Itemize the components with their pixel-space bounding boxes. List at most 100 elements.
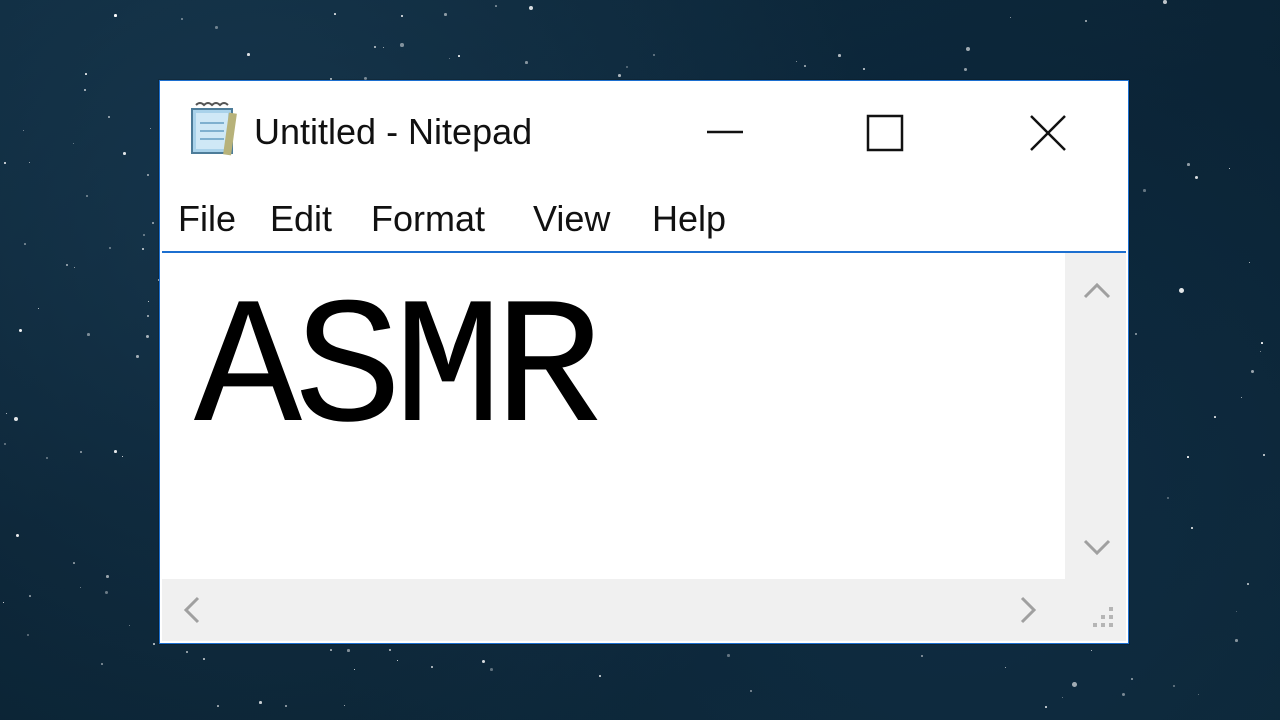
star-dot: [1072, 682, 1077, 687]
star-dot: [1229, 168, 1231, 170]
star-dot: [626, 66, 629, 69]
resize-grip-icon: [1093, 607, 1113, 627]
menu-file[interactable]: File: [178, 198, 236, 240]
star-dot: [6, 413, 8, 415]
scroll-right-icon[interactable]: [1020, 596, 1038, 624]
title-bar[interactable]: Untitled - Nitepad: [160, 81, 1128, 183]
star-dot: [1261, 342, 1263, 344]
notepad-window: Untitled - Nitepad File Edit Format View…: [159, 80, 1129, 644]
scroll-down-icon[interactable]: [1083, 539, 1111, 557]
menu-format[interactable]: Format: [371, 198, 485, 240]
window-title: Untitled - Nitepad: [254, 111, 533, 152]
star-dot: [525, 61, 528, 64]
star-dot: [217, 705, 219, 707]
star-dot: [334, 13, 336, 15]
star-dot: [29, 595, 31, 597]
star-dot: [66, 264, 69, 267]
star-dot: [796, 61, 797, 62]
star-dot: [1085, 20, 1088, 23]
scroll-up-icon[interactable]: [1083, 281, 1111, 299]
star-dot: [458, 55, 460, 57]
star-dot: [1198, 694, 1200, 696]
menu-view[interactable]: View: [533, 198, 610, 240]
star-dot: [29, 162, 31, 164]
star-dot: [389, 649, 392, 652]
star-dot: [449, 58, 451, 60]
star-dot: [181, 18, 184, 21]
star-dot: [4, 443, 6, 445]
star-dot: [84, 89, 86, 91]
star-dot: [495, 5, 497, 7]
star-dot: [401, 15, 404, 18]
star-dot: [147, 174, 150, 177]
minimize-button[interactable]: [680, 101, 770, 161]
star-dot: [1195, 176, 1199, 180]
star-dot: [529, 6, 534, 11]
star-dot: [136, 355, 139, 358]
star-dot: [147, 315, 149, 317]
star-dot: [921, 655, 924, 658]
star-dot: [1131, 678, 1134, 681]
star-dot: [122, 456, 123, 457]
star-dot: [27, 634, 30, 637]
star-dot: [203, 658, 205, 660]
star-dot: [347, 649, 350, 652]
editor-pane: ASMR: [162, 251, 1126, 643]
star-dot: [750, 690, 753, 693]
star-dot: [1187, 163, 1190, 166]
star-dot: [19, 329, 22, 332]
star-dot: [330, 649, 332, 651]
star-dot: [259, 701, 262, 704]
star-dot: [1263, 454, 1266, 457]
star-dot: [80, 451, 83, 454]
star-dot: [431, 666, 434, 669]
star-dot: [129, 625, 131, 627]
star-dot: [863, 68, 866, 71]
star-dot: [1143, 189, 1146, 192]
star-dot: [3, 602, 5, 604]
horizontal-scrollbar[interactable]: [162, 579, 1065, 641]
star-dot: [86, 195, 89, 198]
star-dot: [1045, 706, 1047, 708]
star-dot: [354, 669, 356, 671]
star-dot: [1191, 527, 1194, 530]
menu-edit[interactable]: Edit: [270, 198, 332, 240]
maximize-button[interactable]: [840, 101, 930, 161]
star-dot: [400, 43, 404, 47]
star-dot: [14, 417, 19, 422]
star-dot: [964, 68, 967, 71]
star-dot: [150, 128, 152, 130]
star-dot: [80, 587, 82, 589]
star-dot: [114, 450, 117, 453]
star-dot: [653, 54, 655, 56]
resize-grip[interactable]: [1065, 579, 1126, 641]
text-editor[interactable]: ASMR: [162, 253, 1065, 579]
vertical-scrollbar[interactable]: [1065, 253, 1126, 579]
menu-bar: File Edit Format View Help: [160, 183, 1128, 251]
star-dot: [106, 575, 109, 578]
star-dot: [727, 654, 730, 657]
star-dot: [482, 660, 486, 664]
maximize-icon: [866, 114, 904, 152]
star-dot: [1251, 370, 1255, 374]
star-dot: [109, 247, 112, 250]
scroll-left-icon[interactable]: [182, 596, 200, 624]
star-dot: [1163, 0, 1167, 4]
star-dot: [444, 13, 447, 16]
star-dot: [152, 222, 155, 225]
document-text: ASMR: [194, 271, 602, 475]
star-dot: [344, 705, 346, 707]
star-dot: [1260, 351, 1262, 353]
star-dot: [23, 130, 24, 131]
star-dot: [1010, 17, 1012, 19]
star-dot: [85, 73, 87, 75]
star-dot: [101, 663, 103, 665]
star-dot: [804, 65, 806, 67]
notepad-app-icon: [186, 101, 240, 157]
star-dot: [123, 152, 126, 155]
star-dot: [285, 705, 288, 708]
star-dot: [599, 675, 601, 677]
close-button[interactable]: [1003, 101, 1093, 161]
star-dot: [1214, 416, 1216, 418]
menu-help[interactable]: Help: [652, 198, 726, 240]
